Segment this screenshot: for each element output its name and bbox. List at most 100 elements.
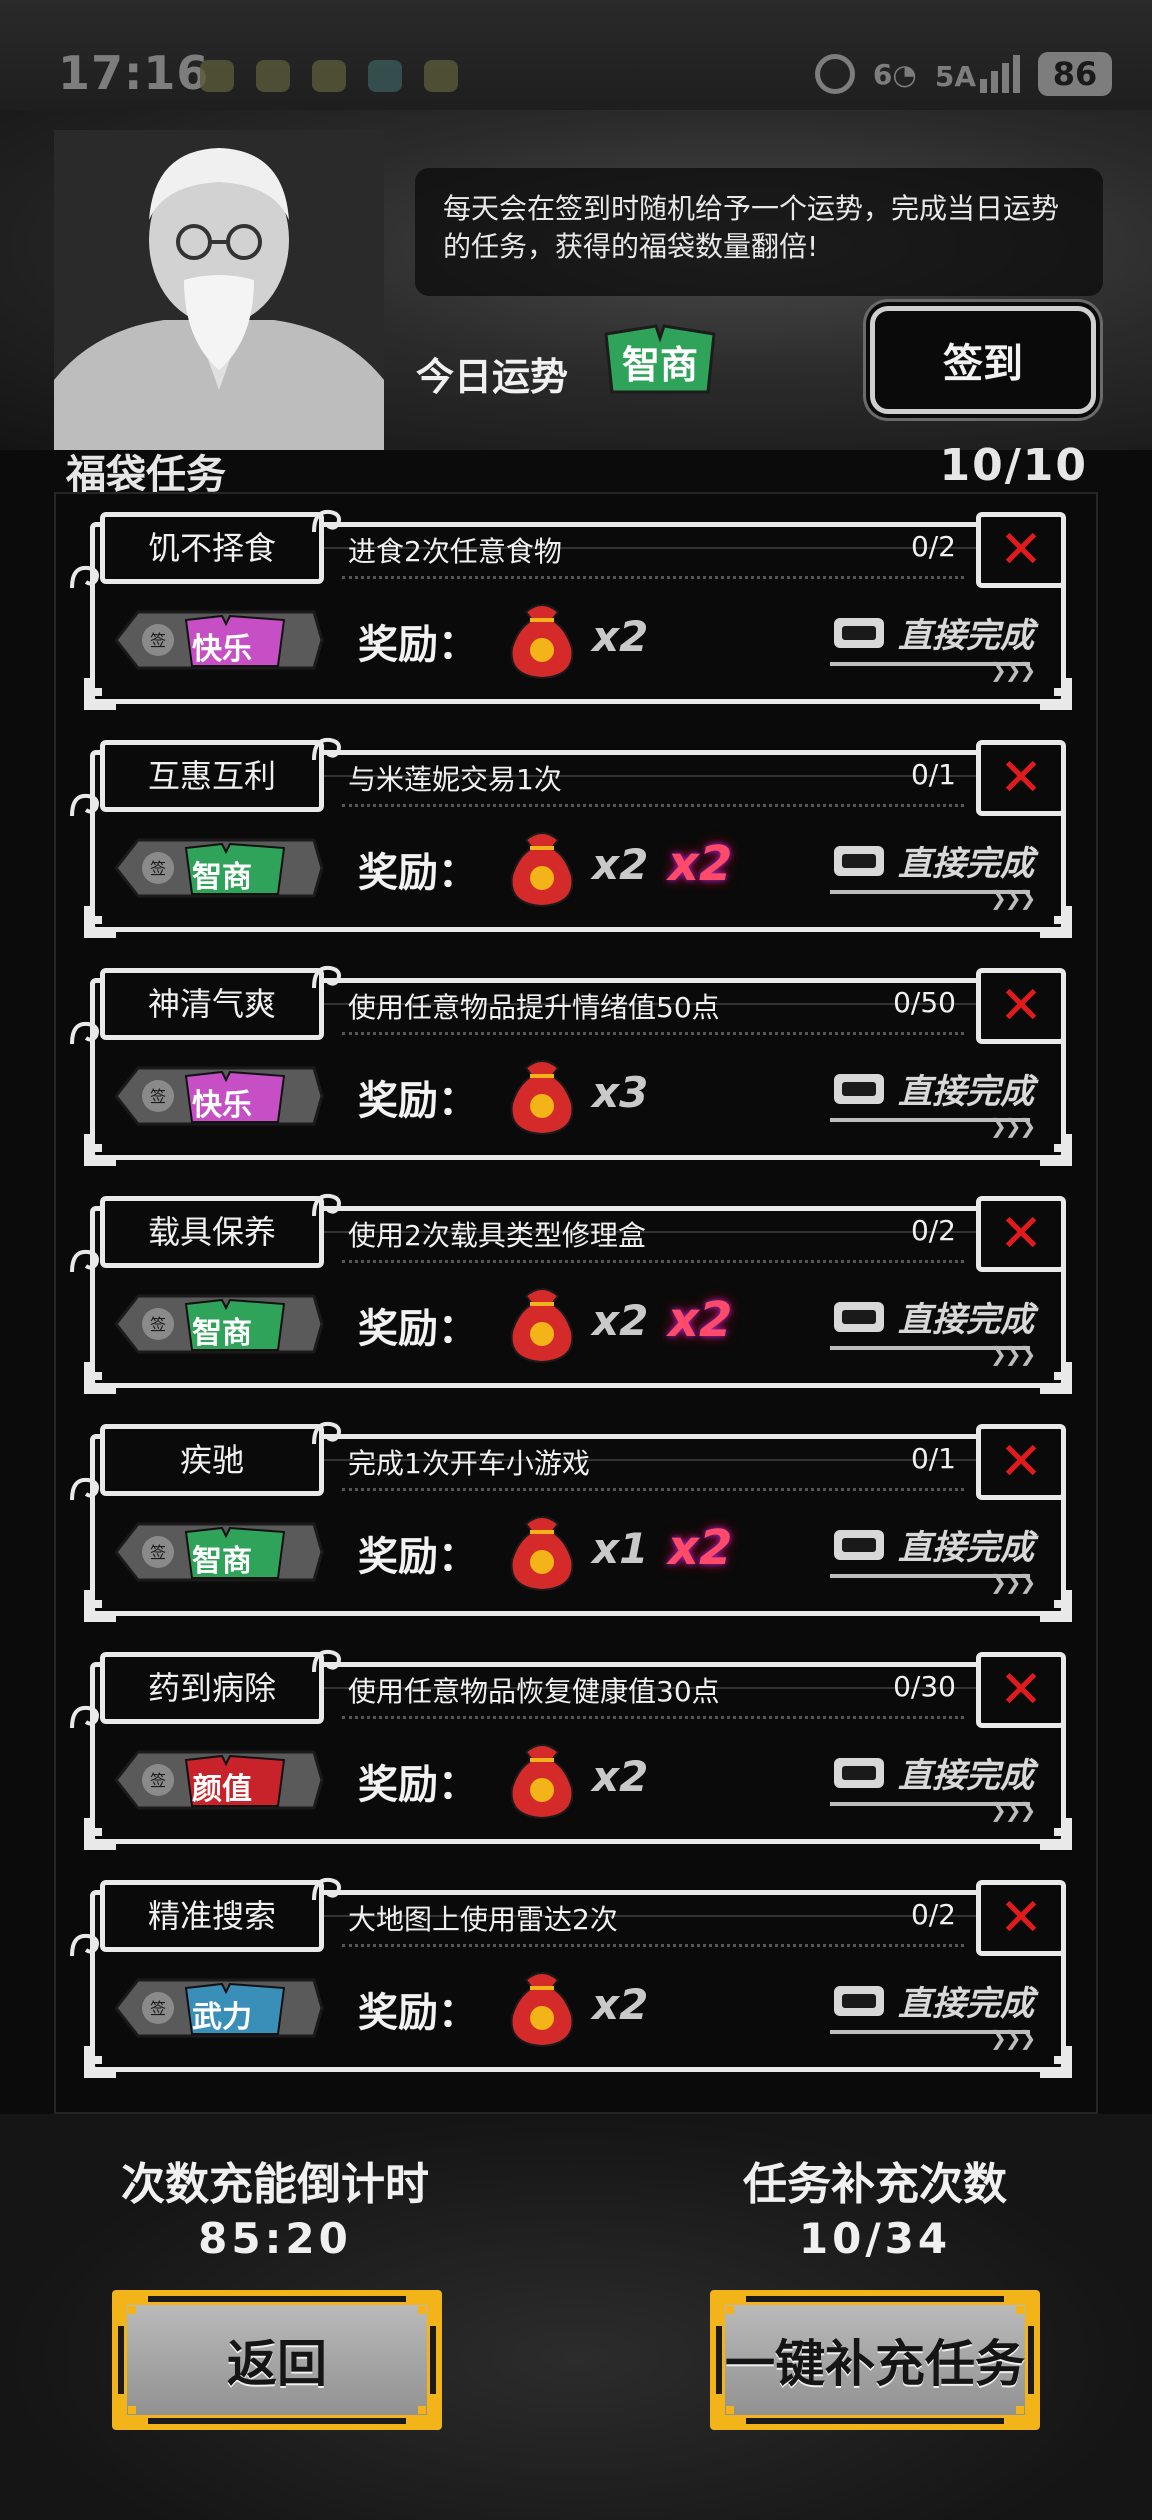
- refill-count-label: 任务补充次数: [743, 2159, 1007, 2210]
- direct-complete-label: 直接完成: [898, 1528, 1034, 1568]
- reward-multiplier: x3: [592, 1068, 649, 1117]
- corner-ornament-icon: [1036, 1586, 1076, 1626]
- arrows-icon: ❯❯❯: [990, 2026, 1036, 2050]
- direct-complete-button[interactable]: 直接完成 ❯❯❯: [830, 1292, 1060, 1366]
- task-name: 载具保养: [100, 1196, 324, 1268]
- reward-multiplier: x2: [592, 1752, 649, 1801]
- task-progress: 0/2: [910, 1214, 956, 1247]
- close-icon: ✕: [999, 1888, 1043, 1948]
- fortune-badge-icon: 智商: [604, 324, 716, 394]
- direct-complete-label: 直接完成: [898, 616, 1034, 656]
- reward-multiplier: x1: [592, 1524, 649, 1573]
- abandon-task-button[interactable]: ✕: [976, 1196, 1066, 1272]
- task-goal: 与米莲妮交易1次: [348, 763, 562, 796]
- task-name: 精准搜索: [100, 1880, 324, 1952]
- task-card: 互惠互利 与米莲妮交易1次 0/1 ✕ 签 智商 奖励： x2 x2 直接完成 …: [70, 737, 1076, 942]
- direct-complete-button[interactable]: 直接完成 ❯❯❯: [830, 608, 1060, 682]
- refill-count-value: 10/34: [798, 2214, 952, 2263]
- abandon-task-button[interactable]: ✕: [976, 968, 1066, 1044]
- swirl-ornament-icon: [310, 962, 344, 992]
- gold-corner-icon: [402, 2290, 442, 2330]
- task-name: 神清气爽: [100, 968, 324, 1040]
- direct-complete-button[interactable]: 直接完成 ❯❯❯: [830, 1976, 1060, 2050]
- countdown-value: 85:20: [198, 2214, 352, 2263]
- arrows-icon: ❯❯❯: [990, 1114, 1036, 1138]
- svg-text:签: 签: [150, 1315, 166, 1334]
- svg-text:签: 签: [150, 859, 166, 878]
- fortune-tag-label: 颜值: [192, 1772, 252, 1807]
- app-notification-icon: [200, 60, 234, 92]
- corner-ornament-icon: [1036, 674, 1076, 714]
- task-name: 药到病除: [100, 1652, 324, 1724]
- task-name: 互惠互利: [100, 740, 324, 812]
- direct-complete-button[interactable]: 直接完成 ❯❯❯: [830, 1520, 1060, 1594]
- gold-corner-icon: [710, 2390, 750, 2430]
- gold-corner-icon: [402, 2390, 442, 2430]
- arrows-icon: ❯❯❯: [990, 1342, 1036, 1366]
- lucky-bag-icon: [506, 1966, 578, 2048]
- close-icon: ✕: [999, 1660, 1043, 1720]
- svg-text:签: 签: [150, 1999, 166, 2018]
- abandon-task-button[interactable]: ✕: [976, 1880, 1066, 1956]
- battery-icon: 86: [1038, 52, 1112, 96]
- direct-complete-button[interactable]: 直接完成 ❯❯❯: [830, 1748, 1060, 1822]
- lucky-bag-icon: [506, 1054, 578, 1136]
- corner-ornament-icon: [1036, 1814, 1076, 1854]
- app-notification-icon: [312, 60, 346, 92]
- swirl-ornament-icon: [310, 1646, 344, 1676]
- task-goal: 进食2次任意食物: [348, 535, 562, 568]
- swirl-ornament-icon: [68, 1018, 102, 1048]
- fortune-badge: 智商: [600, 320, 720, 400]
- alarm-icon: [814, 54, 855, 94]
- signin-button[interactable]: 签到: [870, 306, 1096, 414]
- reward-multiplier: x2: [592, 612, 649, 661]
- svg-text:签: 签: [150, 631, 166, 650]
- corner-ornament-icon: [80, 1358, 120, 1398]
- direct-complete-label: 直接完成: [898, 1984, 1034, 2024]
- swirl-ornament-icon: [310, 1874, 344, 1904]
- swirl-ornament-icon: [68, 562, 102, 592]
- abandon-task-button[interactable]: ✕: [976, 740, 1066, 816]
- direct-complete-label: 直接完成: [898, 1300, 1034, 1340]
- direct-complete-button[interactable]: 直接完成 ❯❯❯: [830, 1064, 1060, 1138]
- corner-ornament-icon: [80, 1130, 120, 1170]
- swirl-ornament-icon: [68, 790, 102, 820]
- task-card: 药到病除 使用任意物品恢复健康值30点 0/30 ✕ 签 颜值 奖励： x2 直…: [70, 1649, 1076, 1854]
- reward-label: 奖励：: [358, 850, 478, 896]
- task-name: 饥不择食: [100, 512, 324, 584]
- ticket-icon: [834, 1530, 884, 1560]
- back-button[interactable]: 返回: [112, 2290, 442, 2430]
- direct-complete-button[interactable]: 直接完成 ❯❯❯: [830, 836, 1060, 910]
- abandon-task-button[interactable]: ✕: [976, 1652, 1066, 1728]
- refill-tasks-button[interactable]: 一键补充任务: [710, 2290, 1040, 2430]
- corner-ornament-icon: [80, 1586, 120, 1626]
- svg-text:签: 签: [150, 1087, 166, 1106]
- task-progress: 0/1: [910, 758, 956, 791]
- reward-label: 奖励：: [358, 622, 478, 668]
- status-right: 6◔ 5A 86: [814, 52, 1112, 96]
- close-icon: ✕: [999, 520, 1043, 580]
- close-icon: ✕: [999, 1204, 1043, 1264]
- fortune-tag-label: 智商: [192, 1316, 252, 1351]
- elder-portrait: [54, 130, 384, 450]
- gold-corner-icon: [112, 2390, 152, 2430]
- gold-corner-icon: [710, 2290, 750, 2330]
- task-card: 精准搜索 大地图上使用雷达2次 0/2 ✕ 签 武力 奖励： x2 直接完成 ❯…: [70, 1877, 1076, 2082]
- ticket-icon: [834, 1758, 884, 1788]
- abandon-task-button[interactable]: ✕: [976, 512, 1066, 588]
- task-progress: 0/2: [910, 1898, 956, 1931]
- task-goal: 完成1次开车小游戏: [348, 1447, 590, 1480]
- abandon-task-button[interactable]: ✕: [976, 1424, 1066, 1500]
- fortune-tag-label: 武力: [192, 2000, 252, 2035]
- lucky-bag-icon: [506, 826, 578, 908]
- lucky-bag-icon: [506, 1738, 578, 1820]
- corner-ornament-icon: [80, 902, 120, 942]
- arrows-icon: ❯❯❯: [990, 658, 1036, 682]
- swirl-ornament-icon: [68, 1702, 102, 1732]
- close-icon: ✕: [999, 1432, 1043, 1492]
- reward-label: 奖励：: [358, 1306, 478, 1352]
- task-progress: 0/30: [893, 1670, 956, 1703]
- ticket-icon: [834, 618, 884, 648]
- bonus-multiplier: x2: [668, 1520, 733, 1576]
- corner-ornament-icon: [1036, 902, 1076, 942]
